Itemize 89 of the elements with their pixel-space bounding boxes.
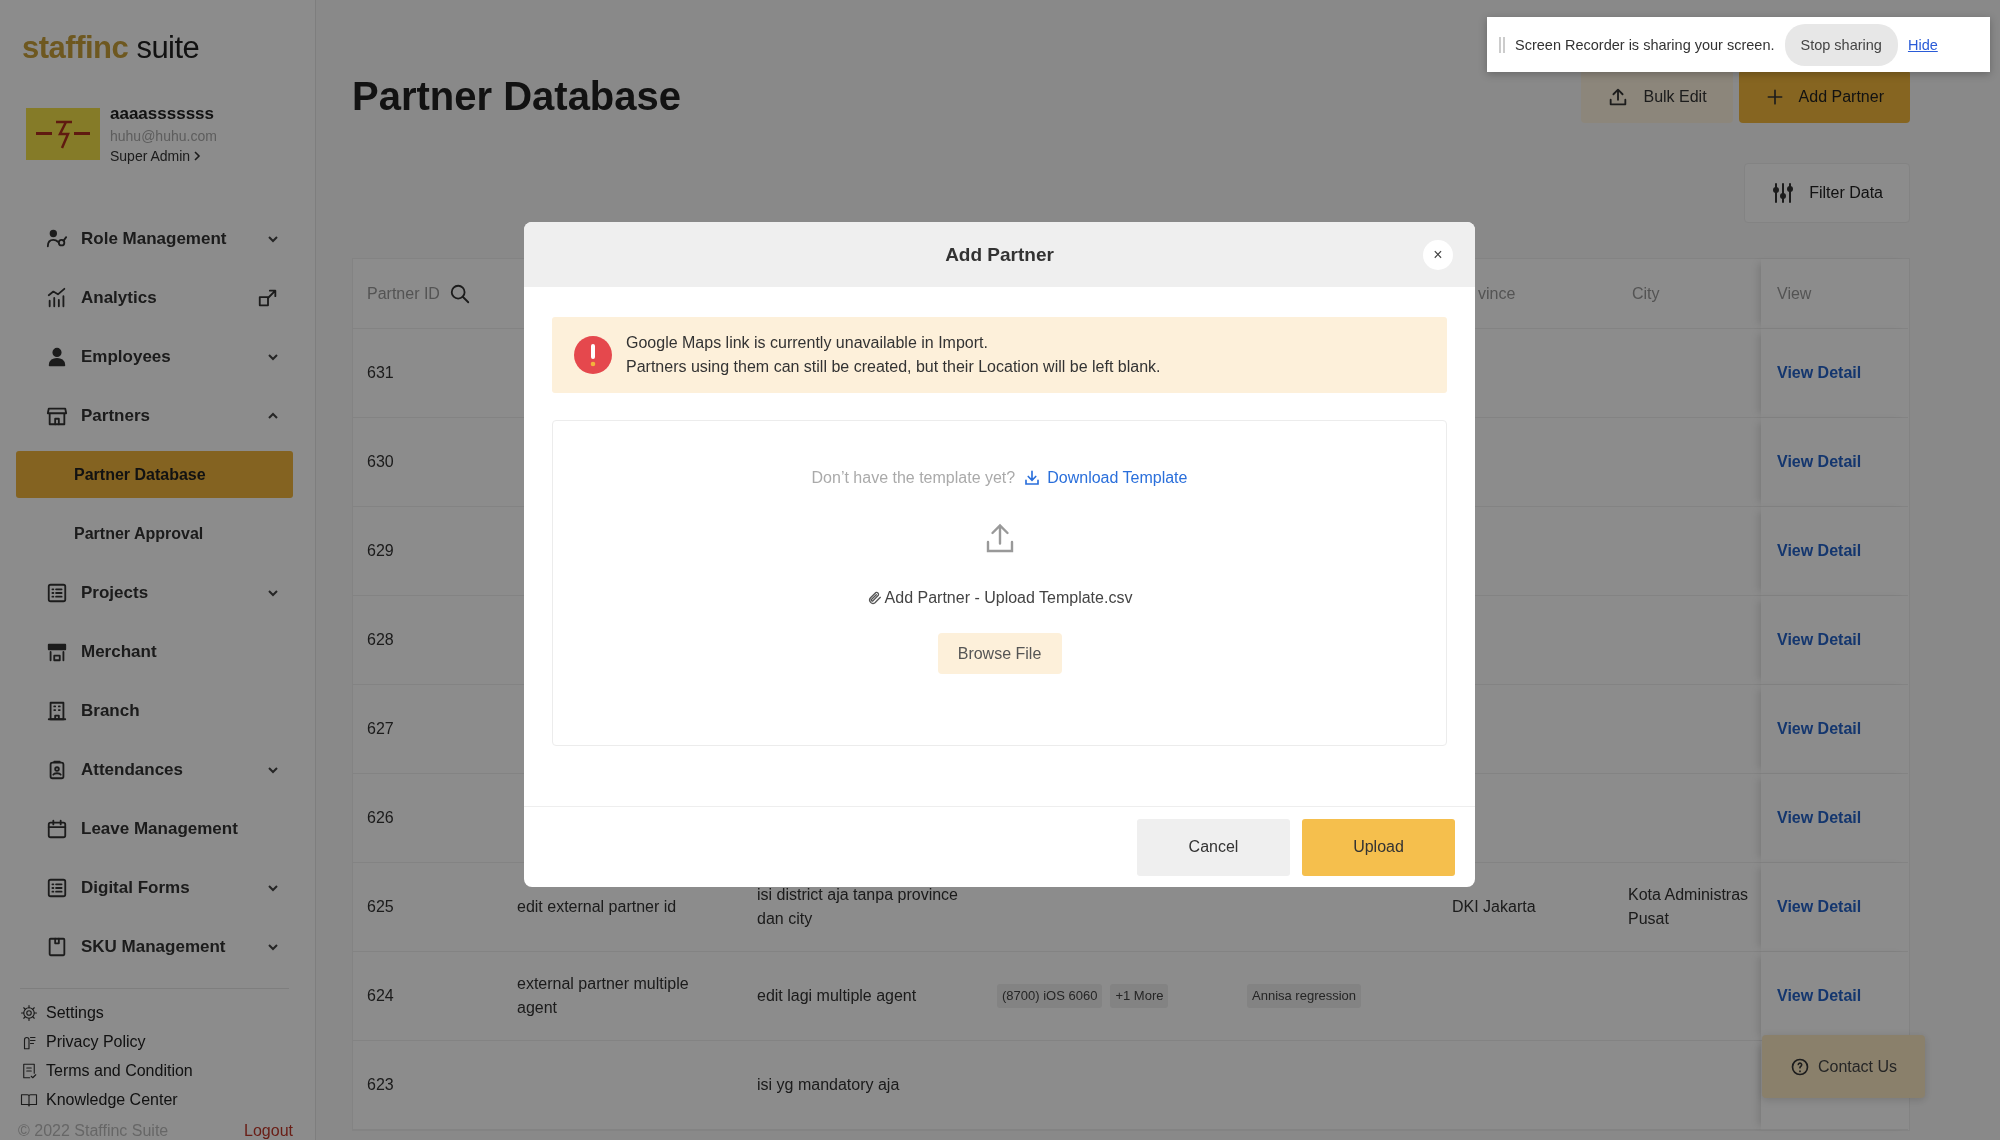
- view-detail-link[interactable]: View Detail: [1777, 628, 1862, 652]
- document-check-icon: [20, 1061, 38, 1080]
- sidebar-item[interactable]: Partners: [16, 386, 293, 445]
- sidebar-item[interactable]: SKU Management: [16, 917, 293, 976]
- add-partner-button[interactable]: Add Partner: [1738, 70, 1910, 123]
- column-header: vince: [1478, 283, 1516, 304]
- user-name: aaaasssssss: [110, 104, 214, 124]
- sidebar-item[interactable]: Role Management: [16, 209, 293, 268]
- tag: (8700) iOS 6060: [997, 984, 1103, 1008]
- sidebar-subitem[interactable]: Partner Approval: [16, 510, 293, 557]
- table-cell-text: edit lagi multiple agent: [757, 986, 917, 1006]
- modal-title: Add Partner: [945, 243, 1054, 266]
- view-detail-link[interactable]: View Detail: [1777, 450, 1862, 474]
- tag: +1 More: [1110, 984, 1169, 1008]
- calendar-icon: [46, 817, 68, 840]
- table-cell-text: 631: [367, 363, 394, 383]
- table-cell-text: DKI Jakarta: [1452, 897, 1536, 917]
- sliders-icon: [1771, 181, 1796, 205]
- view-detail-link[interactable]: View Detail: [1777, 895, 1862, 919]
- page-title: Partner Database: [352, 74, 682, 119]
- table-cell-text: 625: [367, 897, 394, 917]
- column-header: View: [1777, 283, 1812, 304]
- footer-link[interactable]: Privacy Policy: [46, 1033, 146, 1052]
- alert-text: Google Maps link is currently unavailable in Import.: [626, 334, 989, 352]
- alert-text: Partners using them can still be created, but their Location will be left blank.: [626, 358, 1161, 376]
- user-role-link[interactable]: Super Admin: [110, 148, 202, 164]
- stop-sharing-button[interactable]: Stop sharing: [1784, 23, 1898, 66]
- footer-link[interactable]: Settings: [46, 1004, 104, 1023]
- download-template-link[interactable]: Download Template: [1023, 469, 1188, 487]
- table-cell-text: 623: [367, 1075, 394, 1095]
- banner-message: Screen Recorder is sharing your screen.: [1515, 36, 1775, 53]
- drag-handle-icon: [1499, 36, 1505, 53]
- building-icon: [46, 699, 68, 722]
- download-icon: [1023, 469, 1042, 487]
- table-cell-text: 624: [367, 986, 394, 1006]
- sidebar-item[interactable]: Merchant: [16, 622, 293, 681]
- table-cell-text: isi yg mandatory aja: [757, 1075, 900, 1095]
- logout-link[interactable]: Logout: [244, 1122, 293, 1140]
- table-cell-text: 627: [367, 719, 394, 739]
- view-detail-link[interactable]: View Detail: [1777, 361, 1862, 385]
- box-icon: [46, 935, 68, 958]
- contact-us-button[interactable]: Contact Us: [1762, 1035, 1925, 1098]
- view-detail-link[interactable]: View Detail: [1777, 806, 1862, 830]
- table-cell-text: edit external partner id: [517, 897, 677, 917]
- file-drop-zone[interactable]: Don’t have the template yet? Download Template Add Partner - Upload Template.csv Browse File: [552, 420, 1447, 746]
- column-header: Partner ID: [367, 283, 440, 304]
- filter-button[interactable]: Filter Data: [1744, 163, 1910, 223]
- list-icon: [46, 581, 68, 604]
- view-detail-link[interactable]: View Detail: [1777, 717, 1862, 741]
- footer-link[interactable]: Terms and Condition: [46, 1061, 193, 1080]
- table-cell-text: 629: [367, 541, 394, 561]
- view-detail-link[interactable]: View Detail: [1777, 539, 1862, 563]
- company-logo-icon: [26, 108, 100, 160]
- help-circle-icon: [1789, 1056, 1810, 1077]
- sidebar-item[interactable]: Projects: [16, 563, 293, 622]
- logo: staffinc suite: [22, 30, 200, 66]
- file-name: Add Partner - Upload Template.csv: [884, 589, 1133, 607]
- list-icon: [46, 876, 68, 899]
- upload-button[interactable]: Upload: [1302, 818, 1455, 876]
- bulk-edit-button[interactable]: Bulk Edit: [1581, 70, 1733, 123]
- table-cell-text: external partner multiple agent: [517, 974, 690, 1018]
- sidebar-item[interactable]: Branch: [16, 681, 293, 740]
- table-cell-text: 630: [367, 452, 394, 472]
- table-cell-text: isi district aja tanpa province dan city: [757, 885, 959, 929]
- table-cell-text: 628: [367, 630, 394, 650]
- template-prompt: Don’t have the template yet?: [811, 469, 1016, 487]
- settings-icon: [20, 1004, 38, 1023]
- sidebar-subitem[interactable]: Partner Database: [16, 451, 293, 498]
- paperclip-icon: [866, 590, 883, 606]
- search-icon: [448, 282, 471, 305]
- close-button[interactable]: ×: [1423, 240, 1453, 270]
- view-detail-link[interactable]: View Detail: [1777, 984, 1862, 1008]
- sidebar-item[interactable]: Leave Management: [16, 799, 293, 858]
- table-cell-text: 626: [367, 808, 394, 828]
- browse-file-button[interactable]: Browse File: [937, 633, 1062, 674]
- chevron-right-icon: [193, 151, 202, 161]
- warning-icon: [574, 336, 612, 374]
- sidebar-item[interactable]: Analytics: [16, 268, 293, 327]
- tag: Annisa regression: [1247, 984, 1362, 1008]
- hide-link[interactable]: Hide: [1907, 36, 1938, 53]
- bar-chart-icon: [46, 286, 68, 309]
- table-cell-text: Kota Administras Pusat: [1628, 885, 1750, 929]
- people-icon: [46, 345, 68, 368]
- sidebar-item[interactable]: Employees: [16, 327, 293, 386]
- column-header: City: [1632, 283, 1660, 304]
- sidebar-item[interactable]: Attendances: [16, 740, 293, 799]
- sidebar-item[interactable]: Digital Forms: [16, 858, 293, 917]
- cancel-button[interactable]: Cancel: [1137, 818, 1290, 876]
- footer-link[interactable]: Knowledge Center: [46, 1090, 178, 1109]
